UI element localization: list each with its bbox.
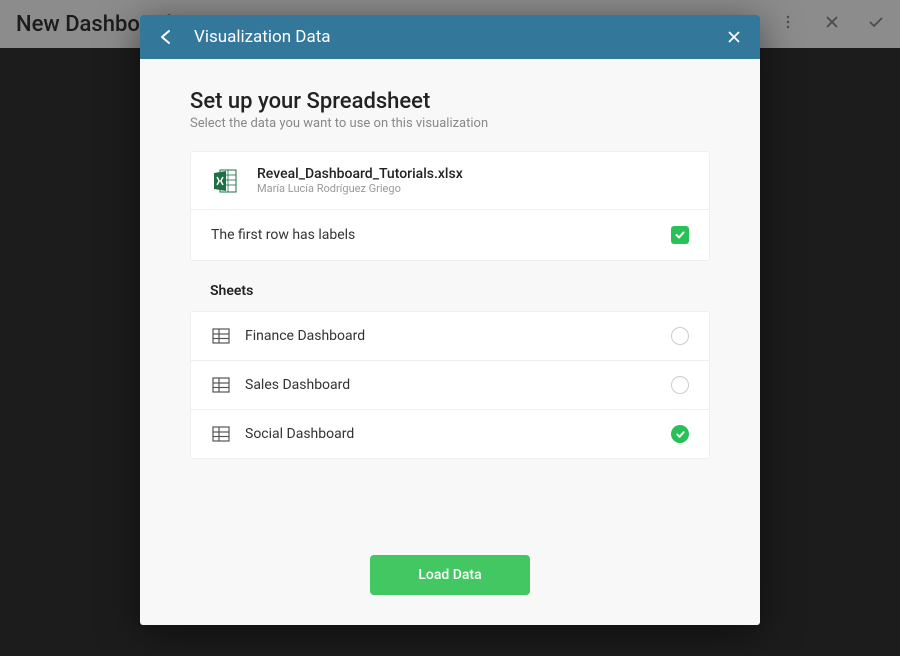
sheet-row-social[interactable]: Social Dashboard: [191, 409, 709, 458]
modal-title: Visualization Data: [194, 27, 724, 47]
setup-subheading: Select the data you want to use on this …: [190, 116, 710, 131]
sheets-section-label: Sheets: [190, 279, 710, 311]
sheet-name: Social Dashboard: [245, 426, 671, 442]
table-icon: [211, 424, 231, 444]
modal-header: Visualization Data: [140, 15, 760, 59]
first-row-labels-row[interactable]: The first row has labels: [191, 210, 709, 260]
back-icon[interactable]: [156, 27, 176, 47]
sheet-radio[interactable]: [671, 376, 689, 394]
table-icon: [211, 375, 231, 395]
sheet-name: Finance Dashboard: [245, 328, 671, 344]
file-owner: María Lucía Rodríguez Griego: [257, 182, 463, 195]
file-name: Reveal_Dashboard_Tutorials.xlsx: [257, 166, 463, 182]
modal-body: Set up your Spreadsheet Select the data …: [140, 59, 760, 535]
sheet-row-sales[interactable]: Sales Dashboard: [191, 360, 709, 409]
setup-heading: Set up your Spreadsheet: [190, 89, 710, 114]
file-row[interactable]: Reveal_Dashboard_Tutorials.xlsx María Lu…: [191, 152, 709, 210]
sheet-radio-selected[interactable]: [671, 425, 689, 443]
first-row-labels-checkbox[interactable]: [671, 226, 689, 244]
sheet-row-finance[interactable]: Finance Dashboard: [191, 312, 709, 360]
table-icon: [211, 326, 231, 346]
sheets-card: Finance Dashboard Sales Dashboard Social…: [190, 311, 710, 459]
modal-footer: Load Data: [140, 535, 760, 625]
first-row-labels-text: The first row has labels: [211, 227, 355, 243]
modal-close-icon[interactable]: [724, 27, 744, 47]
excel-icon: [211, 167, 239, 195]
visualization-data-modal: Visualization Data Set up your Spreadshe…: [140, 15, 760, 625]
sheet-radio[interactable]: [671, 327, 689, 345]
file-card: Reveal_Dashboard_Tutorials.xlsx María Lu…: [190, 151, 710, 261]
file-info: Reveal_Dashboard_Tutorials.xlsx María Lu…: [257, 166, 463, 195]
sheet-name: Sales Dashboard: [245, 377, 671, 393]
load-data-button[interactable]: Load Data: [370, 555, 529, 595]
